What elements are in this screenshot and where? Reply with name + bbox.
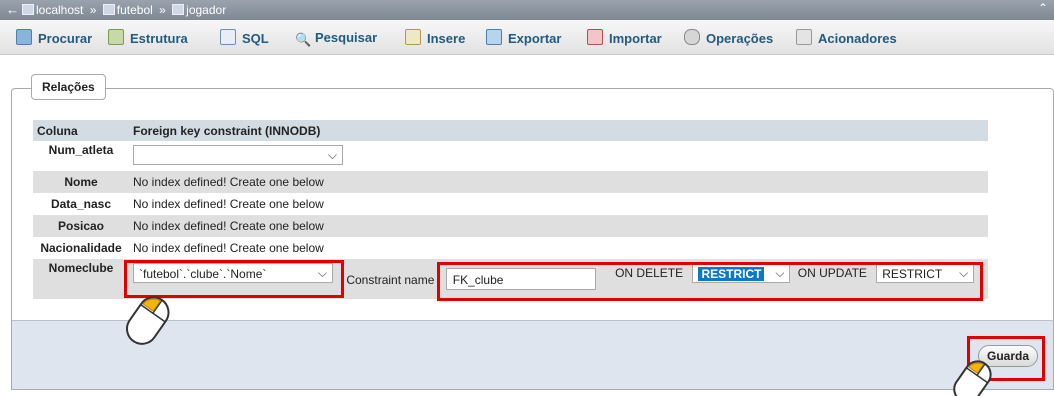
tab-browse[interactable]: Procurar	[16, 29, 92, 47]
no-index-text: No index defined! Create one below	[129, 193, 988, 215]
highlight-constraint-options	[437, 262, 983, 301]
tab-label: Estrutura	[130, 31, 188, 46]
tab-label: Exportar	[508, 31, 562, 46]
back-arrow-icon[interactable]: ←	[6, 2, 19, 17]
tab-insert[interactable]: Insere	[405, 29, 465, 47]
sql-icon	[220, 29, 236, 45]
collapse-icon[interactable]: ⌃	[1038, 1, 1048, 15]
fk-cell: ⌵	[129, 141, 988, 171]
tab-label: Importar	[609, 31, 662, 46]
triggers-icon	[796, 29, 812, 45]
fk-select[interactable]: ⌵	[133, 144, 343, 165]
column-name: Num_atleta	[33, 141, 129, 171]
tab-sql[interactable]: SQL	[220, 29, 269, 47]
tab-label: Pesquisar	[315, 30, 378, 45]
tab-label: Procurar	[38, 31, 93, 46]
table-row: Num_atleta ⌵	[33, 141, 988, 171]
tab-triggers[interactable]: Acionadores	[796, 29, 897, 47]
table-row: Data_nasc No index defined! Create one b…	[33, 193, 988, 215]
table-row: Nacionalidade No index defined! Create o…	[33, 237, 988, 259]
column-name: Nacionalidade	[33, 237, 129, 259]
chevron-down-icon: ⌵	[327, 147, 337, 162]
table-header: Coluna Foreign key constraint (INNODB)	[33, 120, 988, 141]
operations-icon	[684, 29, 700, 45]
tab-label: Acionadores	[818, 31, 897, 46]
mouse-click-icon	[953, 360, 992, 396]
tab-label: SQL	[242, 31, 269, 46]
tab-import[interactable]: Importar	[587, 29, 662, 47]
export-icon	[486, 29, 502, 45]
column-header: Coluna	[33, 120, 129, 141]
tab-label: Operações	[706, 31, 774, 46]
breadcrumb-server[interactable]: localhost	[36, 3, 83, 17]
column-name: Data_nasc	[33, 193, 129, 215]
insert-icon	[405, 29, 421, 45]
browse-icon	[16, 29, 32, 45]
no-index-text: No index defined! Create one below	[129, 215, 988, 237]
constraint-label: Constraint name	[346, 273, 435, 287]
tab-structure[interactable]: Estrutura	[108, 29, 188, 47]
tab-export[interactable]: Exportar	[486, 29, 561, 47]
column-name: Nomeclube	[33, 259, 129, 299]
tab-operations[interactable]: Operações	[684, 29, 773, 47]
table-row: Nome No index defined! Create one below	[33, 171, 988, 193]
breadcrumb-table[interactable]: jogador	[186, 3, 226, 17]
tab-search[interactable]: 🔍 Pesquisar	[295, 29, 377, 47]
tab-label: Insere	[427, 31, 466, 46]
mouse-click-icon	[126, 296, 170, 345]
breadcrumb-bar: ← localhost » futebol » jogador ⌃	[0, 0, 1054, 20]
fieldset-legend: Relações	[31, 74, 106, 100]
breadcrumb: localhost » futebol » jogador	[22, 3, 226, 17]
breadcrumb-separator: »	[159, 3, 166, 17]
tab-bar: Procurar Estrutura SQL 🔍 Pesquisar Insere…	[0, 20, 1054, 55]
column-name: Nome	[33, 171, 129, 193]
no-index-text: No index defined! Create one below	[129, 171, 988, 193]
table-row: Posicao No index defined! Create one bel…	[33, 215, 988, 237]
table-icon	[172, 4, 185, 15]
search-icon: 🔍	[295, 32, 312, 47]
column-name: Posicao	[33, 215, 129, 237]
import-icon	[587, 29, 603, 45]
breadcrumb-database[interactable]: futebol	[117, 3, 153, 17]
breadcrumb-separator: »	[89, 3, 97, 17]
structure-icon	[108, 29, 124, 45]
fk-header: Foreign key constraint (INNODB)	[129, 120, 988, 141]
no-index-text: No index defined! Create one below	[129, 237, 988, 259]
server-icon	[22, 4, 34, 15]
database-icon	[102, 4, 115, 15]
